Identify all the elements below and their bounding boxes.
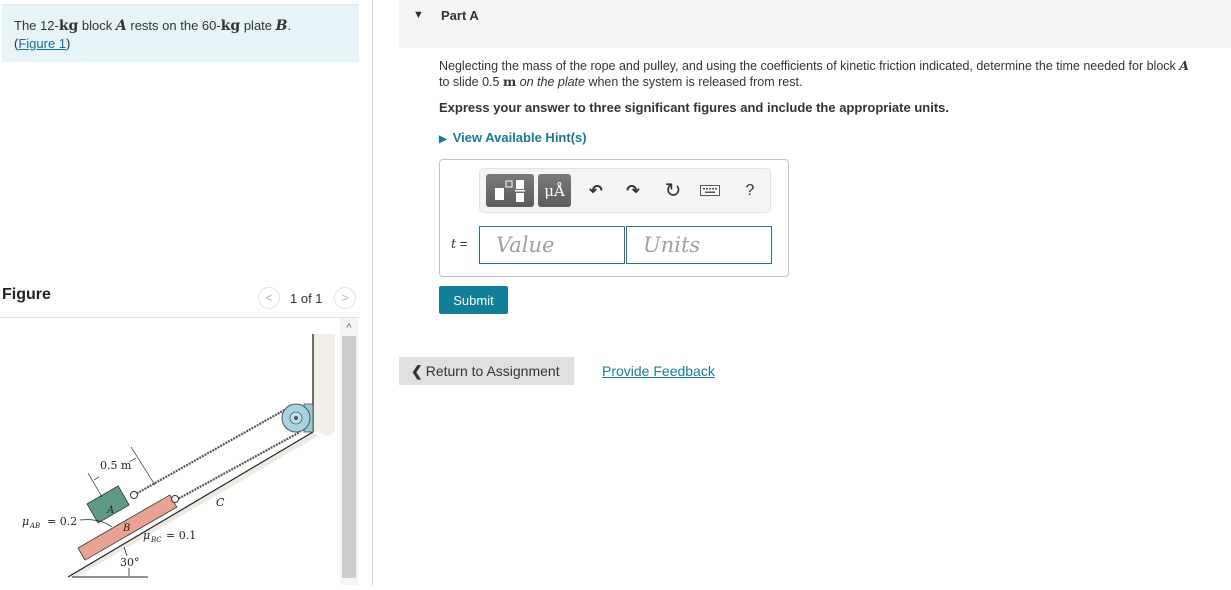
problem-intro: The 12-kg block A rests on the 60-kg pla…: [2, 4, 359, 62]
question-emphasis: on the plate: [516, 75, 585, 89]
keyboard-button[interactable]: [696, 174, 724, 207]
chevron-left-icon: ❮: [411, 363, 423, 379]
scroll-up-icon[interactable]: ^: [340, 320, 358, 336]
figure-title: Figure: [2, 286, 51, 303]
var-b: B: [275, 18, 288, 34]
reset-icon: ↻: [664, 180, 682, 202]
part-header[interactable]: ▼ Part A: [399, 0, 1231, 48]
intro-text: .: [287, 18, 292, 33]
templates-icon: [495, 179, 525, 202]
caret-right-icon: ▶: [439, 134, 447, 145]
hints-label: View Available Hint(s): [452, 130, 587, 145]
mu-ab-leader: [79, 519, 113, 528]
undo-button[interactable]: ↶: [582, 174, 610, 207]
return-label: Return to Assignment: [425, 363, 560, 379]
units-input[interactable]: [626, 226, 772, 264]
figure-prev-button[interactable]: <: [258, 287, 280, 309]
intro-text: block: [78, 18, 116, 33]
equals-sign: =: [459, 236, 468, 251]
scroll-thumb[interactable]: [342, 336, 356, 578]
dimension-label: 0.5 m: [100, 459, 132, 472]
reset-button[interactable]: ↻: [659, 174, 687, 207]
question-text-part: when the system is released from rest.: [584, 75, 803, 89]
value-input[interactable]: [479, 226, 625, 264]
figure-image: 0.5 m A B C 30° μ AB = 0.2 μ BC = 0.1: [0, 318, 340, 585]
rope-eye-a: [130, 491, 138, 499]
provide-feedback-link[interactable]: Provide Feedback: [602, 363, 715, 379]
intro-text: plate: [240, 18, 276, 33]
figure-link[interactable]: Figure 1: [18, 36, 66, 51]
question-text: Neglecting the mass of the rope and pull…: [439, 58, 1231, 90]
submit-button[interactable]: Submit: [439, 286, 508, 314]
left-panel: The 12-kg block A rests on the 60-kg pla…: [0, 0, 372, 585]
figure-header: Figure < 1 of 1 >: [0, 283, 360, 317]
dim-ext-left: [87, 472, 103, 498]
help-button[interactable]: ?: [736, 174, 764, 207]
var-a: A: [1179, 58, 1189, 73]
mu-bc-subscript: BC: [150, 536, 162, 544]
return-to-assignment-button[interactable]: ❮ Return to Assignment: [399, 357, 574, 385]
rope-lower: [175, 431, 301, 501]
figure-next-button[interactable]: >: [334, 287, 356, 309]
plate-b-label: B: [122, 523, 130, 534]
answer-box: μÅ ↶ ↷ ↻ ? t =: [439, 159, 789, 277]
angle-label: 30°: [120, 556, 140, 569]
view-hints-toggle[interactable]: ▶ View Available Hint(s): [439, 130, 587, 145]
panel-divider: [372, 0, 373, 585]
symbols-button[interactable]: μÅ: [538, 174, 571, 207]
dim-ext-right: [130, 446, 156, 486]
wall-shadow: [313, 334, 335, 436]
figure-counter: 1 of 1: [290, 291, 323, 306]
surface-c-label: C: [216, 496, 225, 509]
mu-ab-subscript: AB: [29, 522, 40, 530]
intro-text: rests on the 60-: [126, 18, 221, 33]
mu-bc-value: = 0.1: [166, 529, 196, 542]
paren: ): [66, 36, 71, 51]
figure-scrollbar[interactable]: ^: [340, 318, 358, 585]
chevron-left-icon: <: [265, 290, 273, 305]
caret-down-icon[interactable]: ▼: [413, 9, 424, 21]
answer-instruction: Express your answer to three significant…: [439, 100, 949, 115]
part-title: Part A: [441, 8, 479, 23]
rope-eye-b: [171, 495, 179, 503]
answer-variable-label: t =: [451, 236, 467, 252]
redo-icon: ↷: [626, 182, 640, 200]
unit-kg: kg: [220, 18, 241, 34]
pulley-axle: [294, 416, 298, 420]
undo-icon: ↶: [589, 182, 603, 200]
mu-ab-symbol: μ: [22, 515, 29, 528]
dim-arrow-left: [93, 476, 100, 481]
keyboard-icon: [700, 185, 720, 196]
math-toolbar: μÅ ↶ ↷ ↻ ?: [479, 168, 771, 213]
intro-text: The 12-: [14, 18, 59, 33]
redo-button[interactable]: ↷: [619, 174, 647, 207]
unit-m: m: [502, 74, 517, 89]
mu-ab-value: = 0.2: [47, 515, 77, 528]
question-text-part: Neglecting the mass of the rope and pull…: [439, 59, 1180, 73]
question-text-part: to slide 0.5: [439, 75, 503, 89]
block-a-label: A: [106, 505, 114, 516]
templates-button[interactable]: [486, 174, 534, 207]
var-a: A: [115, 18, 127, 34]
variable-t: t: [451, 237, 457, 252]
mu-bc-symbol: μ: [143, 529, 150, 542]
chevron-right-icon: >: [341, 290, 349, 305]
pulley-incline-diagram: 0.5 m A B C 30° μ AB = 0.2 μ BC = 0.1: [22, 334, 335, 578]
unit-kg: kg: [58, 18, 79, 34]
